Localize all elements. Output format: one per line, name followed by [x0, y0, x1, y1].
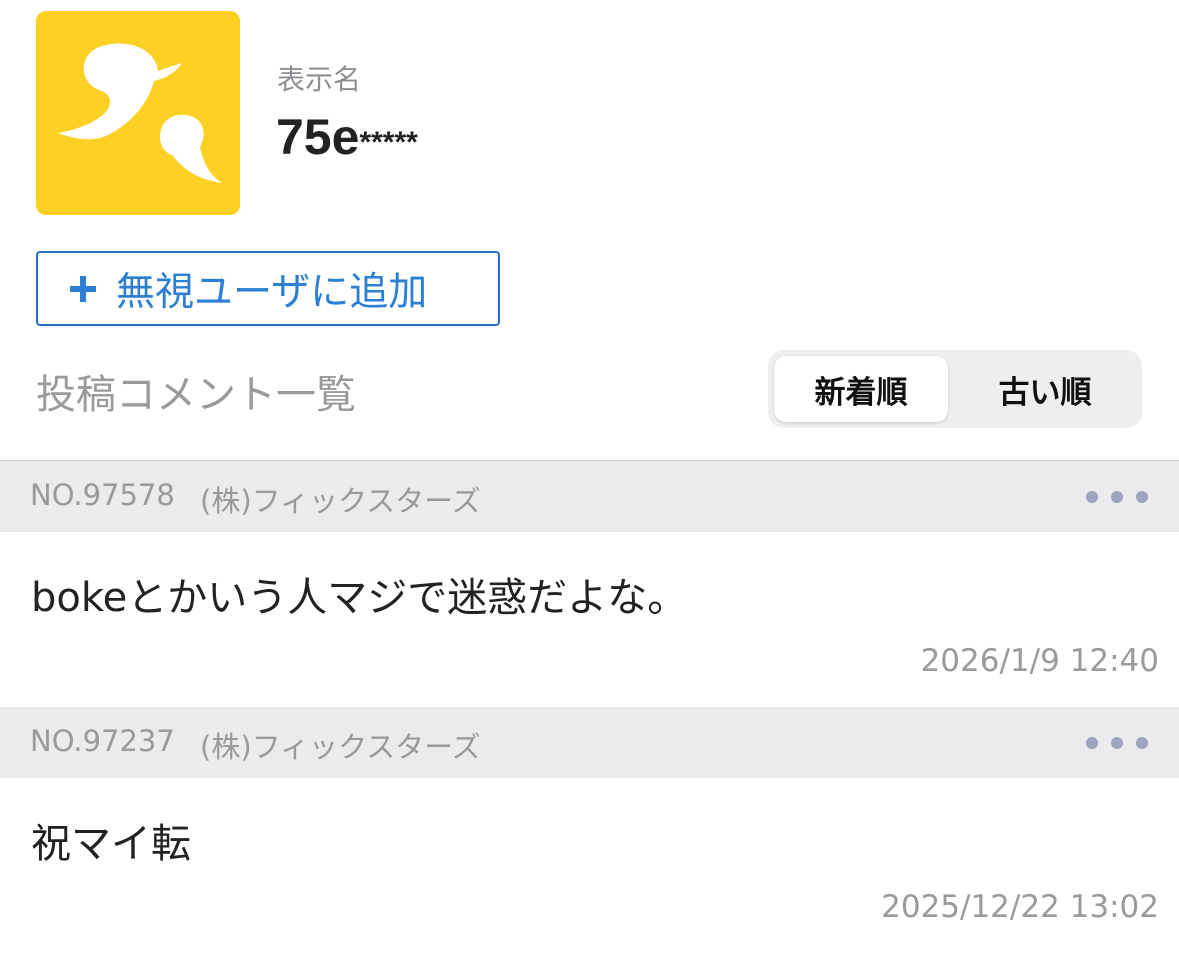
- display-name: 75e*****: [276, 106, 418, 174]
- sort-newest-tab[interactable]: 新着順: [774, 356, 948, 422]
- comment-number: NO.97578: [30, 478, 175, 512]
- comment-header: NO.97237 (株)フィックスターズ: [0, 707, 1179, 778]
- more-options-icon[interactable]: [1086, 733, 1148, 753]
- more-options-icon[interactable]: [1086, 487, 1148, 507]
- add-to-ignore-list-button[interactable]: 無視ユーザに追加: [36, 251, 500, 326]
- comment-timestamp: 2026/1/9 12:40: [920, 643, 1159, 679]
- comment-timestamp: 2025/12/22 13:02: [881, 889, 1159, 925]
- display-name-mask: *****: [359, 126, 418, 159]
- comment-body: 祝マイ転: [31, 821, 191, 867]
- comment-number: NO.97237: [30, 724, 175, 758]
- comment-body: bokeとかいう人マジで迷惑だよな。: [31, 575, 688, 621]
- sort-segmented-control: 新着順 古い順: [768, 350, 1142, 428]
- speech-bubbles-icon: [36, 11, 240, 215]
- display-name-label: 表示名: [277, 63, 362, 96]
- avatar: [36, 11, 240, 215]
- comment-company[interactable]: (株)フィックスターズ: [200, 478, 481, 520]
- display-name-prefix: 75e: [276, 109, 360, 165]
- posted-comments-title: 投稿コメント一覧: [36, 372, 356, 418]
- add-to-ignore-list-label: 無視ユーザに追加: [116, 269, 428, 315]
- plus-icon: [70, 275, 96, 302]
- comment-company[interactable]: (株)フィックスターズ: [200, 724, 481, 766]
- comment-header: NO.97578 (株)フィックスターズ: [0, 461, 1179, 532]
- sort-oldest-tab[interactable]: 古い順: [956, 356, 1134, 422]
